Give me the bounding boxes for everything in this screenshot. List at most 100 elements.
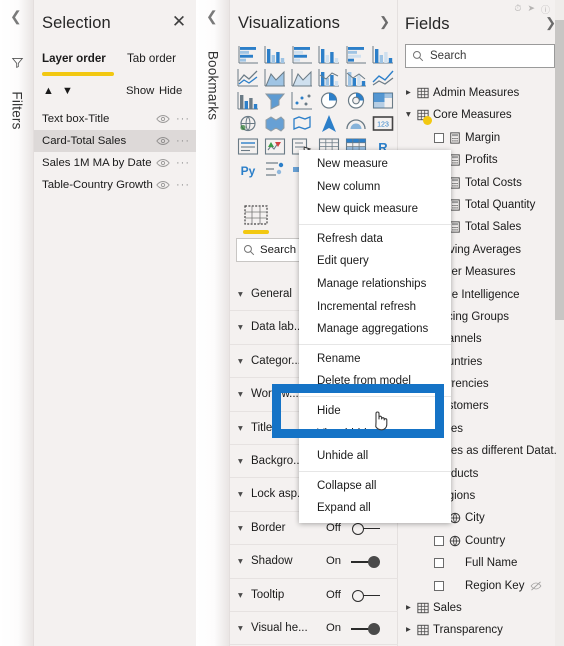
context-menu-item[interactable]: Refresh data — [299, 228, 451, 251]
viz-icon-map[interactable] — [236, 113, 260, 134]
viz-icon-ribbon-chart[interactable] — [371, 67, 395, 88]
viz-icon-shape-map[interactable] — [290, 113, 314, 134]
chevron-right-icon[interactable]: ▸ — [406, 597, 411, 619]
viz-icon-filled-map[interactable] — [263, 113, 287, 134]
context-menu-item[interactable]: Incremental refresh — [299, 296, 451, 319]
move-up-button[interactable]: ▲ — [43, 85, 54, 97]
selection-toolbar: ▲ ▼ Show Hide — [34, 85, 196, 103]
format-toggle-switch[interactable] — [349, 523, 383, 535]
bookmarks-rail[interactable]: ❮ Bookmarks — [196, 0, 230, 646]
format-toggle-switch[interactable] — [349, 556, 383, 568]
context-menu-item[interactable]: Expand all — [299, 497, 451, 520]
context-menu-item[interactable]: Rename — [299, 348, 451, 371]
format-section-row[interactable]: ▾ShadowOn — [230, 545, 398, 578]
viz-icon-arcgis-map[interactable] — [317, 113, 341, 134]
field-checkbox[interactable] — [434, 581, 444, 591]
chevron-right-icon[interactable]: ▸ — [406, 619, 411, 641]
tab-tab-order[interactable]: Tab order — [127, 52, 176, 65]
context-menu-item[interactable]: New quick measure — [299, 198, 451, 221]
context-menu-item[interactable]: Delete from model — [299, 370, 451, 393]
field-checkbox[interactable] — [434, 133, 444, 143]
context-menu-item[interactable]: Manage aggregations — [299, 318, 451, 341]
filters-rail[interactable]: ❮ Filters — [0, 0, 34, 646]
selection-list-item[interactable]: Text box-Title··· — [34, 108, 196, 130]
table-format-icon[interactable] — [244, 205, 268, 225]
eye-icon[interactable] — [156, 178, 170, 192]
viz-icon-stacked-area-chart[interactable] — [290, 67, 314, 88]
fields-tree-item[interactable]: ▾Core Measures — [398, 104, 564, 126]
viz-icon-100-stacked-column-chart[interactable] — [371, 44, 395, 65]
format-toggle-switch[interactable] — [349, 623, 383, 635]
eye-icon[interactable] — [156, 134, 170, 148]
context-menu-item[interactable]: New measure — [299, 153, 451, 176]
move-down-button[interactable]: ▼ — [62, 85, 73, 97]
fields-tree-item[interactable]: Country — [398, 530, 564, 552]
viz-icon-key-influencers[interactable] — [263, 159, 287, 180]
chevron-right-icon[interactable]: ❯ — [379, 14, 390, 30]
row-more-options-button[interactable]: ··· — [176, 108, 190, 130]
selection-list-item[interactable]: Table-Country Growth··· — [34, 174, 196, 196]
chevron-left-icon[interactable]: ❮ — [206, 8, 218, 25]
format-section-row[interactable]: ▾Visual he...On — [230, 612, 398, 645]
viz-icon-scatter-chart[interactable] — [290, 90, 314, 111]
viz-icon-card-123[interactable]: 123 — [371, 113, 395, 134]
row-more-options-button[interactable]: ··· — [176, 152, 190, 174]
close-icon[interactable]: ✕ — [170, 13, 188, 31]
selection-list-item[interactable]: Card-Total Sales··· — [34, 130, 196, 152]
hide-button[interactable]: Hide — [159, 85, 182, 97]
viz-icon-gauge-chart[interactable] — [344, 113, 368, 134]
fields-tree-item[interactable]: Region Key — [398, 575, 564, 597]
context-menu-item[interactable]: New column — [299, 176, 451, 199]
row-more-options-button[interactable]: ··· — [176, 130, 190, 152]
selection-layer-list: Text box-Title···Card-Total Sales···Sale… — [34, 108, 196, 196]
chevron-left-icon[interactable]: ❮ — [10, 8, 22, 25]
viz-icon-area-chart[interactable] — [263, 67, 287, 88]
share-icon: ➤ — [527, 3, 535, 16]
format-section-label: Word w... — [251, 388, 299, 400]
fields-tree-item[interactable]: ▸Sales — [398, 597, 564, 619]
viz-icon-donut-chart[interactable] — [344, 90, 368, 111]
fields-tree-item[interactable]: ▸Admin Measures — [398, 82, 564, 104]
viz-icon-line-stacked-column-chart[interactable] — [317, 67, 341, 88]
viz-icon-stacked-column-chart[interactable] — [263, 44, 287, 65]
fields-tree-item[interactable]: Full Name — [398, 552, 564, 574]
viz-icon-py-script-visual[interactable]: Py — [236, 159, 260, 180]
toggle-state-label: On — [326, 545, 341, 578]
format-section-row[interactable]: ▾TooltipOff — [230, 579, 398, 612]
viz-icon-clustered-column-chart[interactable] — [317, 44, 341, 65]
context-menu-item[interactable]: Unhide all — [299, 445, 451, 468]
eye-icon[interactable] — [156, 156, 170, 170]
show-button[interactable]: Show — [126, 85, 154, 97]
viz-icon-multi-row-card[interactable] — [236, 136, 260, 157]
viz-icon-kpi-card[interactable] — [263, 136, 287, 157]
fields-tree-item-label: City — [465, 507, 485, 529]
viz-icon-100-stacked-bar-chart[interactable] — [344, 44, 368, 65]
fields-tree-item[interactable]: ▸Transparency — [398, 619, 564, 641]
viz-icon-line-chart[interactable] — [236, 67, 260, 88]
chevron-right-icon[interactable]: ▸ — [406, 82, 411, 104]
field-checkbox[interactable] — [434, 558, 444, 568]
chevron-down-icon: ▾ — [238, 612, 251, 645]
viz-icon-clustered-bar-chart[interactable] — [290, 44, 314, 65]
selection-list-item[interactable]: Sales 1M MA by Date ··· — [34, 152, 196, 174]
chevron-down-icon[interactable]: ▾ — [406, 104, 411, 126]
viz-icon-pie-chart[interactable] — [317, 90, 341, 111]
fields-search-input[interactable]: Search — [405, 44, 555, 68]
field-checkbox[interactable] — [434, 536, 444, 546]
viz-icon-waterfall-chart[interactable] — [236, 90, 260, 111]
eye-icon[interactable] — [156, 112, 170, 126]
viz-icon-funnel-chart[interactable] — [263, 90, 287, 111]
context-menu-item[interactable]: Collapse all — [299, 475, 451, 498]
fields-tree-item[interactable]: Margin — [398, 127, 564, 149]
context-menu-item[interactable]: Manage relationships — [299, 273, 451, 296]
row-more-options-button[interactable]: ··· — [176, 174, 190, 196]
viz-icon-stacked-bar-chart[interactable] — [236, 44, 260, 65]
selection-item-label: Sales 1M MA by Date — [42, 157, 152, 169]
viz-icon-line-clustered-column-chart[interactable] — [344, 67, 368, 88]
context-menu-item[interactable]: Edit query — [299, 250, 451, 273]
measure-table-icon — [417, 87, 429, 99]
viz-icon-treemap[interactable] — [371, 90, 395, 111]
fields-tree-item-label: Total Sales — [465, 216, 521, 238]
format-toggle-switch[interactable] — [349, 590, 383, 602]
tab-layer-order[interactable]: Layer order — [42, 52, 106, 65]
